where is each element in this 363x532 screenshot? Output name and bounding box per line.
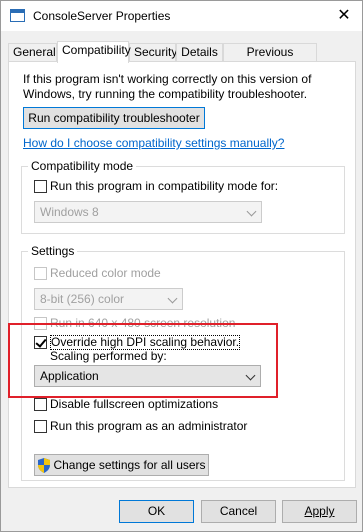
color-depth-value: 8-bit (256) color [40, 292, 125, 306]
title-bar: ConsoleServer Properties ✕ [1, 1, 362, 31]
compatibility-panel: If this program isn't working correctly … [8, 61, 356, 488]
run-admin-checkbox[interactable] [34, 420, 47, 433]
intro-text: If this program isn't working correctly … [23, 72, 312, 101]
disable-fullscreen-row[interactable]: Disable fullscreen optimizations [34, 397, 218, 411]
reduced-color-row: Reduced color mode [34, 266, 161, 280]
apply-button[interactable]: Apply [282, 500, 357, 523]
compat-os-value: Windows 8 [40, 205, 99, 219]
compat-mode-checkbox[interactable] [34, 180, 47, 193]
reduced-color-checkbox [34, 267, 47, 280]
reduced-color-label: Reduced color mode [50, 266, 161, 280]
compat-mode-label: Run this program in compatibility mode f… [50, 179, 279, 193]
tab-details[interactable]: Details [176, 43, 223, 62]
disable-fullscreen-checkbox[interactable] [34, 398, 47, 411]
chevron-down-icon [167, 293, 178, 304]
change-settings-all-users-button[interactable]: Change settings for all users [34, 454, 209, 476]
run-admin-row[interactable]: Run this program as an administrator [34, 419, 247, 433]
help-link[interactable]: How do I choose compatibility settings m… [23, 136, 284, 150]
disable-fullscreen-label: Disable fullscreen optimizations [50, 397, 219, 411]
run-admin-label: Run this program as an administrator [50, 419, 248, 433]
compatibility-mode-group: Compatibility mode Run this program in c… [21, 159, 345, 234]
chevron-down-icon [246, 206, 257, 217]
close-button[interactable]: ✕ [332, 5, 356, 27]
compatibility-mode-title: Compatibility mode [28, 159, 137, 173]
tab-general[interactable]: General [8, 43, 57, 62]
apply-label: Apply [304, 504, 335, 518]
run-troubleshooter-button[interactable]: Run compatibility troubleshooter [23, 107, 205, 129]
ok-button[interactable]: OK [119, 500, 194, 523]
change-settings-label: Change settings for all users [53, 458, 206, 472]
highlight-annotation [8, 323, 278, 398]
uac-shield-icon [38, 458, 51, 474]
color-depth-select: 8-bit (256) color [34, 288, 183, 310]
cancel-button[interactable]: Cancel [201, 500, 276, 523]
window-app-icon [10, 9, 25, 22]
settings-title: Settings [28, 244, 78, 258]
compat-os-select: Windows 8 [34, 201, 262, 223]
properties-dialog: ConsoleServer Properties ✕ General Compa… [0, 0, 363, 532]
tab-previous-versions[interactable]: Previous Versions [223, 43, 317, 76]
tab-security[interactable]: Security [129, 43, 177, 62]
tab-compatibility[interactable]: Compatibility [57, 41, 131, 63]
window-title: ConsoleServer Properties [33, 9, 171, 23]
compat-mode-row[interactable]: Run this program in compatibility mode f… [34, 179, 278, 193]
